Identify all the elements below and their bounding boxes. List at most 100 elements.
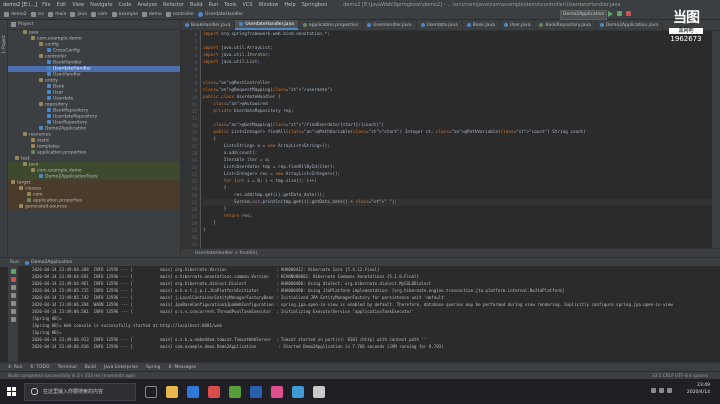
project-panel-title[interactable]: Project: [18, 22, 33, 27]
menu-build[interactable]: Build: [190, 2, 203, 8]
editor-tab[interactable]: Demo2Application.java: [596, 20, 664, 30]
pin-icon[interactable]: [10, 317, 16, 322]
code-line[interactable]: }: [203, 227, 206, 234]
code-line[interactable]: List<String> a = new ArrayList<String>()…: [203, 143, 330, 150]
file-explorer-icon[interactable]: [166, 385, 178, 398]
code-line[interactable]: {: [203, 185, 227, 192]
rerun-icon[interactable]: [10, 269, 16, 274]
code-line[interactable]: public List<Integer> findAll(class="an">…: [203, 129, 586, 136]
tab-build[interactable]: Build: [85, 365, 96, 370]
crumb-project[interactable]: demo2: [4, 11, 27, 17]
editor-tab[interactable]: UserdateHandler.java: [235, 20, 299, 30]
code-line[interactable]: }: [203, 220, 216, 227]
code-line[interactable]: class="an">@RestController: [203, 80, 270, 87]
ime-icon[interactable]: [667, 388, 672, 393]
dump-threads-icon[interactable]: [10, 301, 16, 306]
tab-java-enterprise[interactable]: Java Enterprise: [104, 365, 138, 370]
clock[interactable]: 23:49 2020/4/14: [687, 382, 710, 396]
project-tool-tab[interactable]: 1: Project: [1, 24, 6, 54]
menu-vcs[interactable]: VCS: [243, 2, 253, 8]
code-line[interactable]: System.out.println(tmp.get(i).getData_da…: [203, 199, 720, 206]
tab-messages[interactable]: 0: Messages: [169, 365, 197, 370]
edge-icon[interactable]: [187, 385, 199, 398]
menu-tools[interactable]: Tools: [224, 2, 236, 8]
menu-edit[interactable]: Edit: [57, 2, 67, 8]
code-line[interactable]: private UserdateRepository rep;: [203, 108, 293, 115]
code-line[interactable]: a.add(count);: [203, 150, 258, 157]
run-icon[interactable]: [608, 11, 613, 17]
run-config-tab[interactable]: Demo2Application: [31, 260, 72, 265]
code-line[interactable]: Iterable iter = a;: [203, 157, 271, 164]
editor-breadcrumb-text[interactable]: UserdateHandler > findAll(): [195, 251, 257, 256]
tab-spring[interactable]: Spring: [146, 365, 161, 370]
vscode-icon[interactable]: [250, 385, 262, 398]
restore-layout-icon[interactable]: [10, 285, 16, 290]
menu-refactor[interactable]: Refactor: [163, 2, 184, 8]
tab-todo[interactable]: 6: TODO: [30, 365, 49, 370]
task-view-icon[interactable]: [145, 385, 157, 398]
code-line[interactable]: class="an">@Autowired: [203, 101, 267, 108]
menu-code[interactable]: Code: [119, 2, 132, 8]
menu-springboo[interactable]: Springboo: [302, 2, 327, 8]
tree-item[interactable]: generated-sources: [8, 204, 180, 210]
run-config-selector[interactable]: Demo2Application: [560, 10, 608, 20]
code-line[interactable]: res.add(tmp.get(i).getData_date());: [203, 192, 325, 199]
crumb-com[interactable]: com: [90, 11, 108, 17]
crumb-label: main: [55, 11, 67, 17]
network-icon[interactable]: [651, 388, 656, 393]
code-line[interactable]: import org.springframework.web.bind.anno…: [203, 31, 330, 38]
code-line[interactable]: import java.util.Iterator;: [203, 52, 270, 59]
crumb-example[interactable]: example: [111, 11, 138, 17]
menu-navigate[interactable]: Navigate: [90, 2, 112, 8]
code-line[interactable]: List<Userdate> tmp = rep.findAllById(ite…: [203, 164, 335, 171]
tab-run[interactable]: 4: Run: [8, 365, 22, 370]
code-line[interactable]: {: [203, 136, 216, 143]
code-line[interactable]: for (int i = 0; i < tmp.size(); i++): [203, 178, 317, 185]
menu-run[interactable]: Run: [209, 2, 219, 8]
code-line[interactable]: import java.util.List;: [203, 59, 260, 66]
menu-view[interactable]: View: [72, 2, 84, 8]
code-line[interactable]: List<Integer> res = new ArrayList<Intege…: [203, 171, 340, 178]
editor-tab[interactable]: UserHandler.java: [363, 20, 417, 30]
stop-icon[interactable]: [10, 277, 16, 282]
crumb-controller[interactable]: controller: [165, 11, 194, 17]
stop-icon[interactable]: [626, 11, 631, 16]
app-icon-blue[interactable]: [292, 385, 304, 398]
editor-tab[interactable]: Userdate.java: [417, 20, 463, 30]
pause-icon[interactable]: [10, 293, 16, 298]
settings-icon[interactable]: [10, 309, 16, 314]
status-message[interactable]: Build completed successfully in 2 s 333 …: [8, 374, 135, 379]
code-line[interactable]: import java.util.ArrayList;: [203, 45, 273, 52]
code-line[interactable]: return res;: [203, 213, 252, 220]
app-icon-grey[interactable]: [313, 385, 325, 398]
intellij-icon[interactable]: [271, 385, 283, 398]
status-info[interactable]: 33:1 CRLF UTF-8 4 spaces: [652, 374, 708, 379]
menu-analyze[interactable]: Analyze: [137, 2, 157, 8]
editor-tab[interactable]: Book.java: [463, 20, 500, 30]
crumb-java[interactable]: java: [70, 11, 87, 17]
code-line[interactable]: }: [203, 206, 227, 213]
menu-help[interactable]: Help: [284, 2, 295, 8]
code-line[interactable]: public class UserdateHandler {: [203, 94, 281, 101]
app-icon-green[interactable]: [229, 385, 241, 398]
crumb-demo[interactable]: demo: [141, 11, 162, 17]
taskbar-search[interactable]: 在这里输入你要搜索的内容: [24, 382, 136, 401]
code-editor[interactable]: import org.springframework.web.bind.anno…: [201, 31, 720, 248]
editor-tab[interactable]: BookRepository.java: [535, 20, 596, 30]
crumb-src[interactable]: src: [30, 11, 44, 17]
editor-tab[interactable]: BookHandler.java: [181, 20, 236, 30]
code-line[interactable]: class="an">@RequestMapping(class="st">"/…: [203, 87, 332, 94]
crumb-class[interactable]: UserdateHandler: [198, 11, 243, 17]
editor-tab[interactable]: application.properties: [299, 20, 364, 30]
volume-icon[interactable]: [659, 388, 664, 393]
tab-terminal[interactable]: Terminal: [58, 365, 77, 370]
menu-window[interactable]: Window: [259, 2, 279, 8]
code-line[interactable]: class="an">@GetMapping(class="st">"/find…: [203, 122, 384, 129]
console-output[interactable]: 2020-04-14 23:49:04.388 INFO 13596 --- […: [18, 266, 720, 362]
app-icon-red[interactable]: [208, 385, 220, 398]
menu-file[interactable]: File: [42, 2, 50, 8]
debug-icon[interactable]: [617, 11, 622, 16]
windows-start-icon[interactable]: [7, 386, 17, 397]
editor-tab[interactable]: User.java: [500, 20, 536, 30]
crumb-main[interactable]: main: [48, 11, 67, 17]
